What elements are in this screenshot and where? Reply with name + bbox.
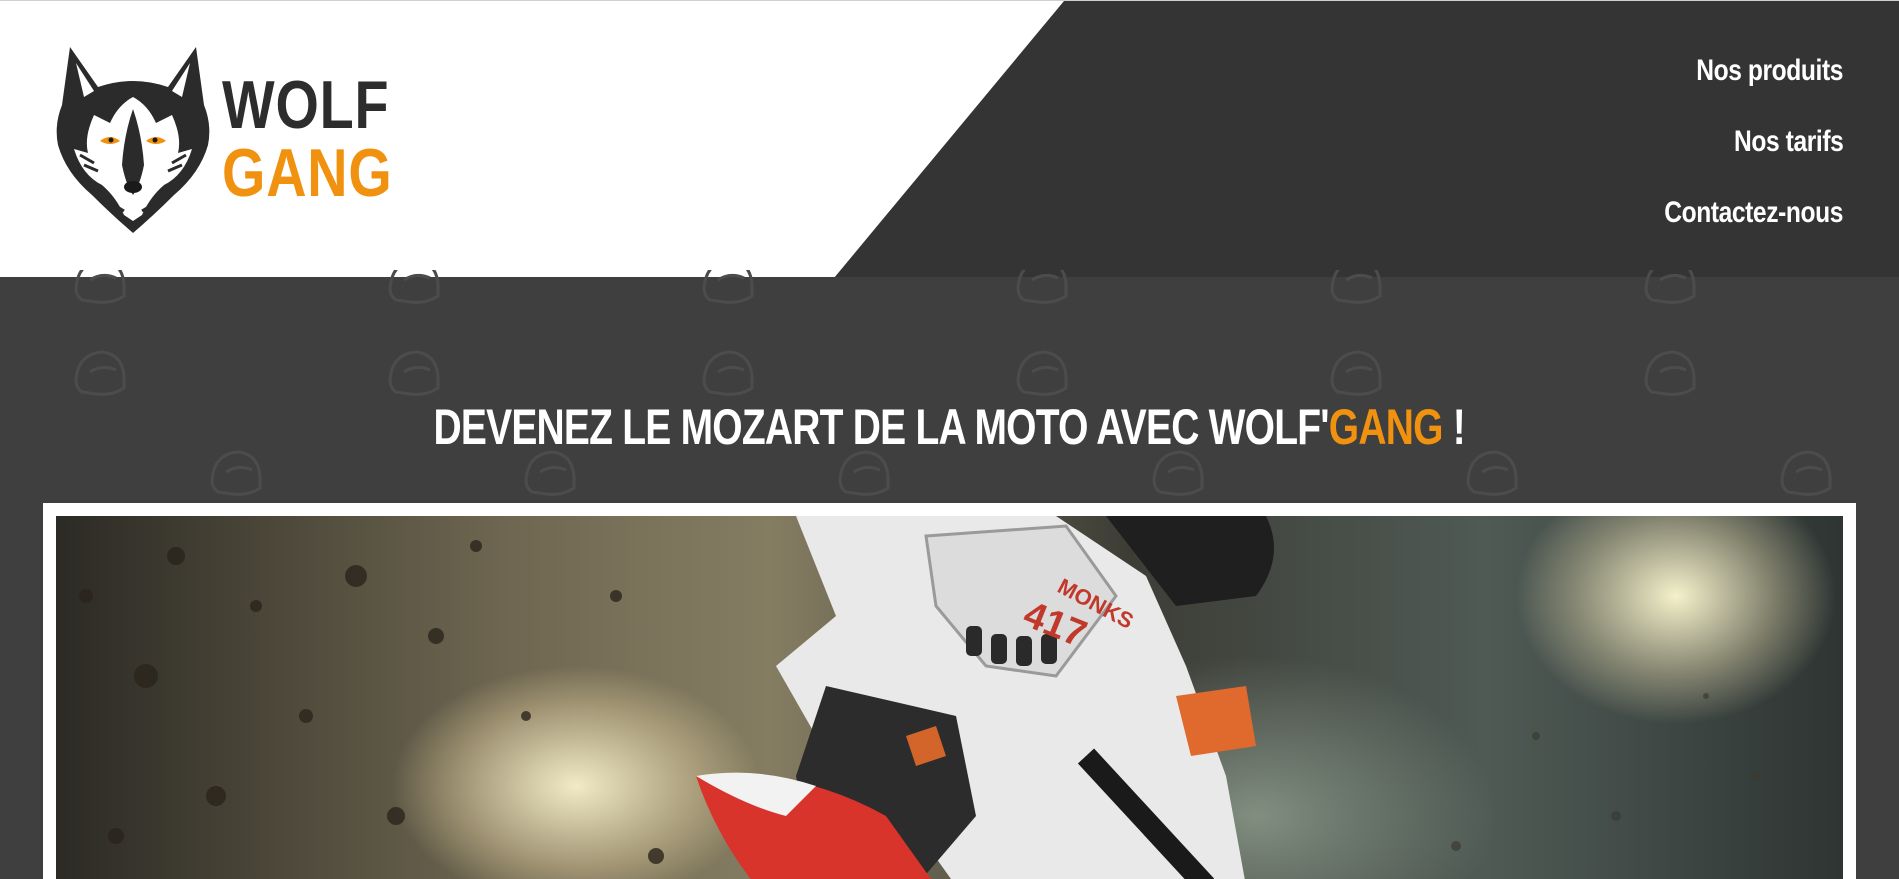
helmet-icon: [1330, 350, 1382, 396]
nav-link-products[interactable]: Nos produits: [1696, 47, 1843, 118]
brand-logo[interactable]: WOLF GANG: [54, 45, 430, 233]
site-header: WOLF GANG Nos produits Nos tarifs Contac…: [0, 0, 1899, 277]
helmet-icon: [74, 270, 126, 304]
helmet-icon: [1644, 350, 1696, 396]
headline-end: !: [1442, 398, 1466, 455]
helmet-icon: [524, 450, 576, 496]
motocross-rider-photo: MONKS 417: [56, 516, 1843, 879]
brand-line-gang: GANG: [222, 135, 393, 211]
helmet-icon: [388, 270, 440, 304]
headline-accent: GANG: [1329, 398, 1444, 455]
hero-image-frame: MONKS 417: [43, 503, 1856, 879]
helmet-icon: [1780, 450, 1832, 496]
brand-line-wolf: WOLF: [222, 67, 390, 143]
headline-text: DEVENEZ LE MOZART DE LA MOTO AVEC WOLF': [433, 398, 1330, 455]
helmet-icon: [1016, 270, 1068, 304]
helmet-icon: [1330, 270, 1382, 304]
helmet-icon: [210, 450, 262, 496]
helmet-icon: [388, 350, 440, 396]
helmet-icon: [1466, 450, 1518, 496]
helmet-icon: [1016, 350, 1068, 396]
main-nav: Nos produits Nos tarifs Contactez-nous: [1625, 47, 1843, 260]
hero-headline: DEVENEZ LE MOZART DE LA MOTO AVEC WOLF'G…: [0, 397, 1899, 457]
brand-wordmark: WOLF GANG: [222, 71, 393, 207]
helmet-icon: [702, 270, 754, 304]
helmet-icon: [838, 450, 890, 496]
helmet-icon: [74, 350, 126, 396]
wolf-head-icon: [56, 47, 210, 233]
helmet-icon: [1152, 450, 1204, 496]
nav-link-pricing[interactable]: Nos tarifs: [1734, 118, 1844, 189]
rider-illustration: MONKS 417: [79, 516, 1760, 879]
helmet-pattern-background: [74, 270, 1832, 496]
nav-link-contact[interactable]: Contactez-nous: [1664, 189, 1843, 260]
helmet-icon: [702, 350, 754, 396]
page: WOLF GANG Nos produits Nos tarifs Contac…: [0, 0, 1899, 879]
helmet-icon: [1644, 270, 1696, 304]
